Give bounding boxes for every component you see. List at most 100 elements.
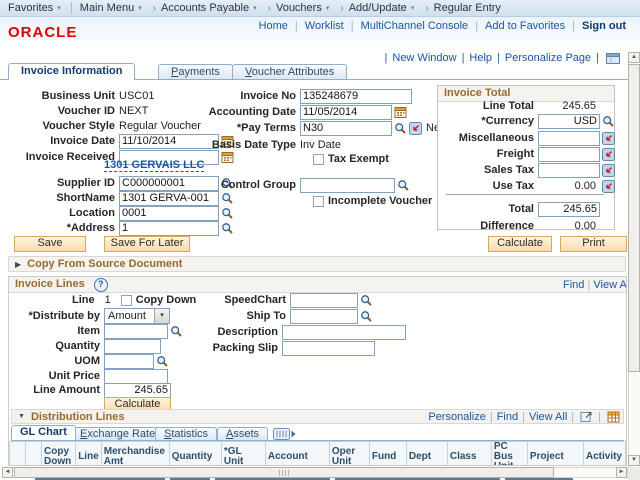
separator: | [571, 411, 574, 423]
personalize-page-link[interactable]: Personalize Page [505, 52, 591, 64]
col-copy-down: Copy Down [42, 442, 76, 467]
tab-invoice-information[interactable]: Invoice Information [8, 63, 135, 80]
distribute-by-select[interactable]: Amount ▾ [104, 308, 170, 324]
lookup-icon[interactable] [170, 325, 183, 338]
tab-payments[interactable]: Payments [158, 64, 233, 79]
save-for-later-button[interactable]: Save For Later [104, 236, 190, 252]
pay-terms-input[interactable] [300, 121, 392, 136]
calculate-button[interactable]: Calculate [488, 236, 552, 252]
favorites-menu[interactable]: Favorites [8, 2, 53, 14]
lookup-icon[interactable] [602, 115, 615, 128]
multichannel-console-link[interactable]: MultiChannel Console [361, 20, 469, 32]
lookup-icon[interactable] [221, 222, 234, 235]
lookup-icon[interactable] [156, 355, 169, 368]
accounting-date-input[interactable] [300, 105, 392, 120]
invoice-lines-links: Find | View All [563, 278, 627, 293]
dist-find-link[interactable]: Find [497, 411, 518, 423]
address-input[interactable] [119, 221, 219, 236]
quantity-input[interactable] [104, 339, 161, 354]
worklist-link[interactable]: Worklist [305, 20, 344, 32]
personalize-link[interactable]: Personalize [428, 411, 485, 423]
grid-header-blank [26, 442, 42, 467]
location-input[interactable] [119, 206, 219, 221]
breadcrumb-accounts-payable[interactable]: Accounts Payable [161, 2, 249, 14]
miscellaneous-input[interactable] [538, 131, 600, 146]
breadcrumb-add-update[interactable]: Add/Update [349, 2, 407, 14]
lookup-icon[interactable] [360, 294, 373, 307]
speedchart-input[interactable] [290, 293, 358, 308]
copy-down-checkbox[interactable] [121, 295, 132, 306]
view-all-link[interactable]: View All [593, 279, 627, 291]
home-link[interactable]: Home [259, 20, 288, 32]
collapse-arrow-icon[interactable]: ▼ [18, 413, 25, 420]
line-amount-label: Line Amount [10, 384, 100, 396]
show-all-columns-icon[interactable] [273, 428, 296, 440]
sign-out-link[interactable]: Sign out [582, 20, 626, 32]
zoom-grid-icon[interactable] [580, 411, 594, 423]
main-menu[interactable]: Main Menu [80, 2, 134, 14]
packing-slip-input[interactable] [282, 341, 375, 356]
freight-input[interactable] [538, 147, 600, 162]
new-window-link[interactable]: New Window [392, 52, 456, 64]
dist-view-all-link[interactable]: View All [529, 411, 567, 423]
scroll-left-button[interactable]: ◄ [2, 467, 13, 478]
copy-from-source-section[interactable]: ▶ Copy From Source Document [8, 256, 626, 272]
tax-exempt-checkbox[interactable] [313, 154, 324, 165]
pay-terms-detail-icon[interactable] [409, 122, 422, 135]
freight-detail-icon[interactable] [602, 148, 615, 161]
ship-to-input[interactable] [290, 309, 358, 324]
sales-tax-detail-icon[interactable] [602, 164, 615, 177]
field-voucher-style: Voucher Style Regular Voucher [5, 118, 201, 134]
description-input[interactable] [282, 325, 406, 340]
breadcrumb-vouchers[interactable]: Vouchers [276, 2, 322, 14]
field-business-unit: Business Unit USC01 [5, 88, 154, 104]
find-link[interactable]: Find [563, 279, 584, 291]
scrollbar-corner [628, 467, 640, 480]
tab-assets[interactable]: Assets [217, 427, 268, 440]
lookup-icon[interactable] [221, 207, 234, 220]
item-input[interactable] [104, 324, 168, 339]
tab-gl-chart[interactable]: GL Chart [11, 425, 76, 440]
uom-input[interactable] [104, 354, 154, 369]
personalize-layout-icon[interactable] [606, 53, 620, 64]
help-link[interactable]: Help [469, 52, 492, 64]
print-button[interactable]: Print [560, 236, 627, 252]
separator: | [295, 20, 298, 32]
miscellaneous-detail-icon[interactable] [602, 132, 615, 145]
incomplete-voucher-checkbox[interactable] [313, 196, 324, 207]
copy-down-label: Copy Down [136, 294, 197, 306]
total-input[interactable] [538, 202, 600, 217]
lookup-icon[interactable] [360, 310, 373, 323]
download-grid-icon[interactable] [607, 411, 620, 423]
vertical-scrollbar-thumb[interactable] [628, 64, 640, 372]
tab-voucher-attributes[interactable]: Voucher Attributes [232, 64, 347, 79]
expand-arrow-icon[interactable]: ▶ [15, 260, 21, 269]
scroll-down-button[interactable]: ▼ [628, 455, 640, 466]
invoice-no-input[interactable] [300, 89, 412, 104]
add-to-favorites-link[interactable]: Add to Favorites [485, 20, 565, 32]
scroll-right-button[interactable]: ► [616, 467, 627, 478]
lookup-icon[interactable] [397, 179, 410, 192]
sales-tax-input[interactable] [538, 163, 600, 178]
help-icon[interactable]: ? [94, 278, 108, 292]
line-number: 1 [105, 294, 111, 306]
lookup-icon[interactable] [221, 192, 234, 205]
currency-input[interactable] [538, 114, 600, 129]
lookup-icon[interactable] [394, 122, 407, 135]
calendar-icon[interactable] [394, 106, 407, 119]
tab-statistics[interactable]: Statistics [155, 427, 217, 440]
col-activity: Activity [583, 442, 625, 467]
chevron-down-icon: ▾ [326, 4, 330, 12]
field-address: *Address [5, 220, 234, 236]
scroll-up-button[interactable]: ▲ [628, 52, 640, 63]
control-group-input[interactable] [300, 178, 395, 193]
accounting-date-label: Accounting Date [186, 106, 296, 118]
use-tax-detail-icon[interactable] [602, 180, 615, 193]
supplier-name-link[interactable]: 1301 GERVAIS LLC [104, 159, 204, 172]
save-button[interactable]: Save [14, 236, 86, 252]
col-oper-unit: Oper Unit [329, 442, 369, 467]
grid-tab-baseline [11, 440, 624, 441]
tab-exchange-rate[interactable]: Exchange Rate [71, 427, 164, 440]
horizontal-scrollbar-thumb[interactable] [14, 467, 554, 478]
line-amount-input[interactable] [104, 383, 171, 398]
